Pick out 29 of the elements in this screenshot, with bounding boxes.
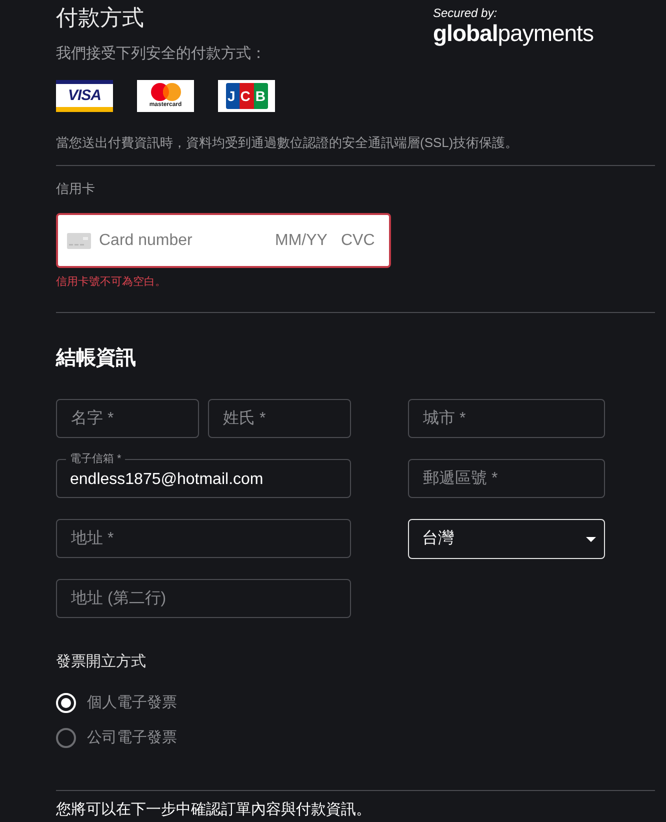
brand-logo-text: globalpayments bbox=[433, 20, 594, 46]
text-field[interactable]: 地址 (第二行) bbox=[56, 579, 351, 618]
text-field[interactable]: 城市 * bbox=[408, 399, 605, 438]
text-field[interactable]: 名字 * bbox=[56, 399, 199, 438]
logo-text: VISA bbox=[68, 88, 101, 104]
radio-label[interactable]: 個人電子發票 bbox=[87, 693, 177, 713]
radio-button[interactable] bbox=[56, 728, 76, 748]
text-field[interactable]: 地址 * bbox=[56, 519, 351, 558]
expiry-input[interactable]: MM/YY bbox=[275, 228, 331, 252]
caret-icon bbox=[586, 536, 596, 542]
credit-card-icon bbox=[67, 232, 91, 248]
card-number-input[interactable]: Card number bbox=[99, 228, 267, 252]
error-message: 信用卡號不可為空白。 bbox=[56, 275, 167, 289]
text-field[interactable]: 郵遞區號 * bbox=[408, 459, 605, 498]
next-step-note: 您將可以在下一步中確認訂單內容與付款資訊。 bbox=[56, 800, 372, 820]
radio-label[interactable]: 公司電子發票 bbox=[87, 728, 177, 748]
section-label: 發票開立方式 bbox=[56, 652, 147, 672]
cvc-input[interactable]: CVC bbox=[341, 228, 377, 252]
accepted-methods-text: 我們接受下列安全的付款方式： bbox=[56, 44, 267, 64]
section-title: 結帳資訊 bbox=[56, 346, 137, 371]
section-title: 付款方式 bbox=[56, 4, 145, 32]
country-select[interactable]: 台灣 bbox=[408, 519, 605, 559]
email-field[interactable]: 電子信箱 * endless1875@hotmail.com bbox=[56, 453, 351, 498]
text-field[interactable]: 姓氏 * bbox=[208, 399, 351, 438]
ssl-notice: 當您送出付費資訊時，資料均受到通過數位認證的安全通訊端層(SSL)技術保護。 bbox=[56, 134, 520, 152]
field-label: 信用卡 bbox=[56, 180, 96, 198]
secured-by-label: Secured by: bbox=[433, 6, 498, 20]
overlapping-circles-icon bbox=[150, 83, 180, 101]
text-input[interactable]: endless1875@hotmail.com bbox=[66, 466, 341, 494]
